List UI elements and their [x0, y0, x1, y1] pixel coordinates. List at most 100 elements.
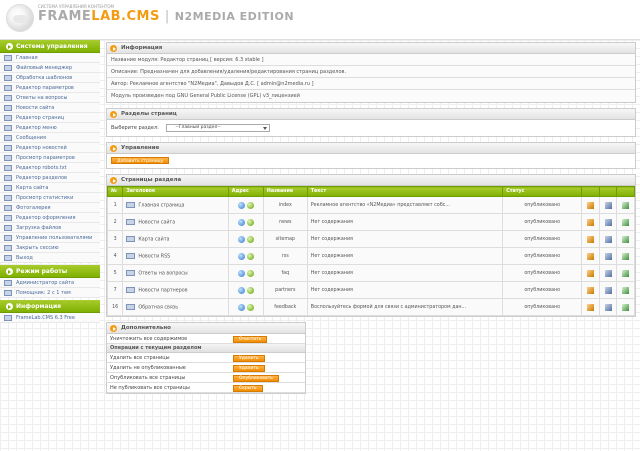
sidebar-item[interactable]: Редактор оформления — [0, 213, 100, 223]
globe-icon[interactable] — [237, 252, 245, 260]
add-page-button[interactable]: Добавить страницу — [111, 157, 170, 164]
sidebar-item[interactable]: Просмотр статистики — [0, 193, 100, 203]
link-icon[interactable] — [246, 303, 254, 311]
op-button[interactable]: Удалить — [233, 355, 265, 362]
save-icon[interactable] — [622, 218, 630, 226]
copy-icon[interactable] — [604, 269, 612, 277]
section-select[interactable]: --Главный раздел-- — [166, 124, 271, 132]
row-title[interactable]: Главная страница — [138, 203, 184, 208]
row-save-cell — [616, 196, 635, 214]
module-icon — [4, 205, 12, 211]
sidebar-item[interactable]: Новости сайта — [0, 103, 100, 113]
module-icon — [4, 145, 12, 151]
edit-icon[interactable] — [587, 201, 595, 209]
copy-icon[interactable] — [604, 218, 612, 226]
col-save — [616, 186, 635, 197]
edit-icon[interactable] — [587, 269, 595, 277]
link-icon[interactable] — [246, 235, 254, 243]
sidebar-item[interactable]: Редактор параметров — [0, 83, 100, 93]
section-select-row: Выберите раздел: --Главный раздел-- — [107, 120, 635, 136]
sidebar-item[interactable]: Файловый менеджер — [0, 63, 100, 73]
copy-icon[interactable] — [604, 252, 612, 260]
sidebar-item[interactable]: Обработка шаблонов — [0, 73, 100, 83]
sidebar-item[interactable]: Помощник: 2 с 1 тем — [0, 288, 100, 298]
col-title[interactable]: Заголовок — [122, 186, 229, 197]
sidebar-section-info[interactable]: Информация — [0, 300, 100, 313]
op-button[interactable]: Удалить — [233, 365, 265, 372]
edit-icon[interactable] — [587, 218, 595, 226]
op-button[interactable]: Скрыть — [233, 385, 263, 392]
col-number[interactable]: № — [106, 186, 124, 197]
save-icon[interactable] — [622, 303, 630, 311]
link-icon[interactable] — [246, 269, 254, 277]
page-icon — [126, 201, 136, 208]
row-title[interactable]: Новости партнеров — [138, 288, 187, 293]
edit-icon[interactable] — [587, 303, 595, 311]
globe-icon[interactable] — [237, 303, 245, 311]
col-status[interactable]: Статус — [502, 186, 583, 197]
edit-icon[interactable] — [587, 235, 595, 243]
sidebar-section-mode[interactable]: Режим работы — [0, 265, 100, 278]
sidebar-item[interactable]: Карта сайта — [0, 183, 100, 193]
sidebar-item[interactable]: Редактор меню — [0, 123, 100, 133]
sidebar-item[interactable]: Управление пользователями — [0, 233, 100, 243]
arrow-right-icon — [110, 45, 117, 52]
globe-icon[interactable] — [237, 235, 245, 243]
save-icon[interactable] — [622, 201, 630, 209]
row-text: Нет содержания — [306, 281, 504, 299]
edit-icon[interactable] — [587, 252, 595, 260]
info-panel-header: Информация — [107, 43, 635, 54]
module-icon — [4, 215, 12, 221]
sidebar-item[interactable]: Ответы на вопросы — [0, 93, 100, 103]
sidebar-item[interactable]: Загрузка файлов — [0, 223, 100, 233]
sidebar-item-label: FrameLab.CMS 6.3 Free — [16, 315, 75, 321]
link-icon[interactable] — [246, 286, 254, 294]
sidebar-item[interactable]: Выход — [0, 253, 100, 263]
sidebar-item[interactable]: Администратор сайта — [0, 278, 100, 288]
op-label: Опубликовать все страницы — [110, 375, 186, 381]
save-icon[interactable] — [622, 286, 630, 294]
copy-icon[interactable] — [604, 235, 612, 243]
sidebar-item[interactable]: Редактор разделов — [0, 173, 100, 183]
sidebar-item[interactable]: Закрыть сессию — [0, 243, 100, 253]
globe-icon[interactable] — [237, 218, 245, 226]
link-icon[interactable] — [246, 201, 254, 209]
save-icon[interactable] — [622, 252, 630, 260]
col-address[interactable]: Адрес — [227, 186, 264, 197]
save-icon[interactable] — [622, 235, 630, 243]
sidebar-item[interactable]: Редактор новостей — [0, 143, 100, 153]
sidebar-item[interactable]: Фотогалерея — [0, 203, 100, 213]
edit-icon[interactable] — [587, 286, 595, 294]
row-title[interactable]: Новости RSS — [138, 254, 170, 259]
clear-button[interactable]: Очистить — [233, 336, 268, 343]
copy-icon[interactable] — [604, 201, 612, 209]
link-icon[interactable] — [246, 252, 254, 260]
copy-icon[interactable] — [604, 286, 612, 294]
sidebar-item[interactable]: Редактор страниц — [0, 113, 100, 123]
save-icon[interactable] — [622, 269, 630, 277]
sidebar-item[interactable]: Главная — [0, 53, 100, 63]
row-title[interactable]: Ответы на вопросы — [138, 271, 187, 276]
copy-icon[interactable] — [604, 303, 612, 311]
row-title[interactable]: Обратная связь — [138, 305, 178, 310]
row-edit-cell — [581, 247, 600, 265]
module-icon — [4, 245, 12, 251]
sidebar-item[interactable]: Сообщения — [0, 133, 100, 143]
row-title[interactable]: Новости сайта — [138, 220, 175, 225]
row-title[interactable]: Карта сайта — [138, 237, 169, 242]
col-name[interactable]: Название — [262, 186, 308, 197]
op-row: Не публиковать все страницы Скрыть — [107, 383, 305, 393]
globe-icon[interactable] — [237, 201, 245, 209]
globe-icon[interactable] — [237, 269, 245, 277]
sidebar-item-label: Ответы на вопросы — [16, 95, 68, 101]
sidebar-item[interactable]: Редактор robots.txt — [0, 163, 100, 173]
sidebar-section-system[interactable]: Система управления — [0, 40, 100, 53]
row-text: Нет содержания — [306, 213, 504, 231]
link-icon[interactable] — [246, 218, 254, 226]
globe-icon[interactable] — [237, 286, 245, 294]
op-button[interactable]: Опубликовать — [233, 375, 279, 382]
col-text[interactable]: Текст — [306, 186, 504, 197]
module-icon — [4, 165, 12, 171]
sidebar-item[interactable]: Просмотр параметров — [0, 153, 100, 163]
sidebar-item[interactable]: FrameLab.CMS 6.3 Free — [0, 313, 100, 323]
